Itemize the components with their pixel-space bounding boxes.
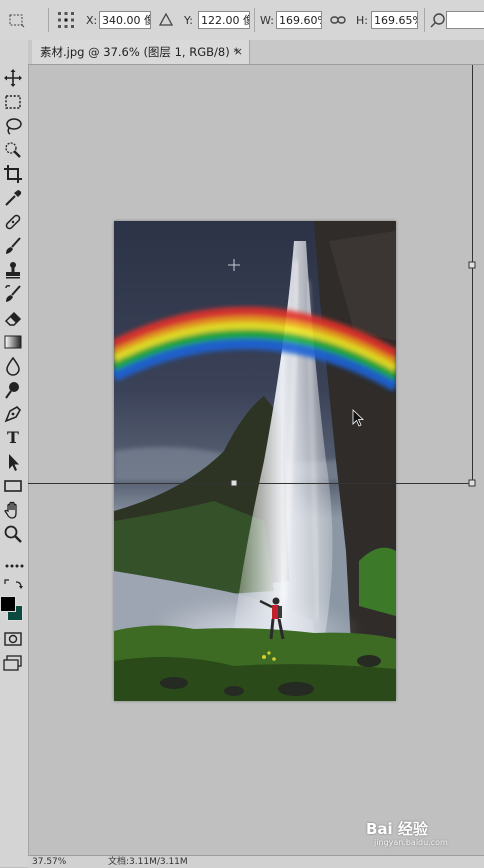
document-size: 文档:3.11M/3.11M	[108, 857, 188, 867]
transform-handle[interactable]	[468, 479, 476, 487]
zoom-level[interactable]: 37.57%	[32, 856, 66, 868]
transform-handle[interactable]	[230, 479, 238, 487]
status-bar: 37.57% 文档:3.11M/3.11M	[28, 855, 484, 868]
watermark-url: jingyan.baidu.com	[374, 838, 448, 847]
mouse-cursor-icon	[352, 409, 365, 427]
transform-handle[interactable]	[468, 261, 476, 269]
watermark-brand: Bai 经验	[366, 820, 428, 838]
transform-bounding-box[interactable]	[0, 0, 484, 867]
baidu-jingyan-watermark: Bai 经验 jingyan.baidu.com	[366, 818, 448, 847]
